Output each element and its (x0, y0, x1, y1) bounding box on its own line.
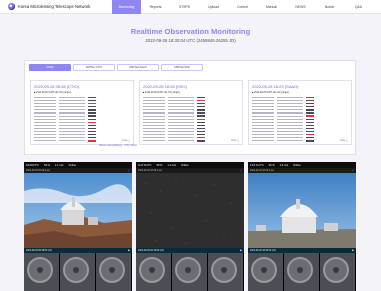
camera-thumbnails (24, 253, 132, 291)
camera-date: 2022-09-26 18:29 (Loc) (250, 169, 275, 172)
nav-notice[interactable]: Notice (315, 0, 344, 14)
telescope-ring (323, 257, 349, 283)
telescope-ring (139, 257, 165, 283)
humidity: 58 % (156, 163, 163, 167)
kmtnet-logo (8, 3, 15, 10)
obs-header: ■ 2022-09-26 (KMT obs-Tel) (target) (34, 92, 71, 94)
thumbnail[interactable] (96, 253, 132, 291)
humidity: 29 % (268, 163, 275, 167)
top-bar: Korea Microlensing Telescope Network Mon… (0, 0, 381, 14)
log-line (143, 139, 225, 142)
expand-icon[interactable]: ⤢ (240, 170, 242, 172)
tab-sso[interactable]: KMTNet SSO (161, 64, 203, 71)
camera-sso: 11.8 ±0.0°C 58 % 1.1 m/s Online 2022-09-… (136, 162, 244, 291)
nav-control[interactable]: Control (228, 0, 257, 14)
brand-name: Korea Microlensing Telescope Network (18, 4, 91, 9)
nav-qna[interactable]: Q&A (344, 0, 373, 14)
camera-image[interactable] (136, 173, 244, 253)
obs-log-lines (34, 96, 116, 142)
telescope-ring (63, 257, 89, 283)
obs-time: 2022-09-26 18:29 (SAAO) (252, 84, 299, 89)
camera-thumbnails (136, 253, 244, 291)
nav-monitoring[interactable]: Monitoring (112, 0, 141, 14)
saao-dome-photo (248, 173, 356, 253)
camera-caption-text: 2022-09-26 05:28:00 (LT) (26, 249, 53, 252)
temperature: 14.6 ±1.0°C (250, 163, 264, 167)
obs-more-link[interactable]: more △ (122, 139, 130, 142)
obs-log-lines (252, 96, 334, 142)
obs-more-link[interactable]: more △ (231, 139, 239, 142)
nav-stsps[interactable]: STSPS (170, 0, 199, 14)
telescope-ring (99, 257, 125, 283)
telescope-ring (175, 257, 201, 283)
wind: 1.1 m/s (54, 163, 64, 167)
tab-saao[interactable]: KMTNet SAAO (117, 64, 159, 71)
tab-kmta[interactable]: KMTA (29, 64, 71, 71)
telescope-ring (27, 257, 53, 283)
obs-log-lines (143, 96, 225, 142)
humidity: 53 % (44, 163, 50, 167)
nav-news[interactable]: NEWS (286, 0, 315, 14)
thumbnail[interactable] (320, 253, 356, 291)
thumbnail[interactable] (284, 253, 320, 291)
obs-time: 2022-09-26 18:28 (SSO) (143, 84, 187, 89)
sso-night-photo (136, 173, 244, 253)
main-nav: Monitoring Reports STSPS Upload Control … (112, 0, 373, 14)
obs-card-saao: 2022-09-26 18:29 (SAAO) ■ 2022-09-26 (KM… (248, 80, 352, 145)
temperature: 11.8 ±0.0°C (138, 163, 152, 167)
thumbnail[interactable] (208, 253, 244, 291)
camera-image[interactable] (248, 173, 356, 253)
nav-manual[interactable]: Manual (257, 0, 286, 14)
tab-ctio[interactable]: KMTNet CTIO (73, 64, 115, 71)
nav-upload[interactable]: Upload (199, 0, 228, 14)
log-line (34, 139, 116, 142)
obs-card-ctio: 2022-09-26 05:28 (CTIO) ■ 2022-09-26 (KM… (30, 80, 134, 145)
status-badge: Online (293, 163, 301, 167)
telescope-ring (251, 257, 277, 283)
thumbnail[interactable] (60, 253, 96, 291)
obs-header: ■ 2022-09-26 (KMT obs-Tel) (target) (143, 92, 180, 94)
status-badge: Online (68, 163, 76, 167)
telescope-ring (287, 257, 313, 283)
camera-caption-text: 2022-09-26 02:16:09 (LT) (138, 249, 165, 252)
thumbnail[interactable] (136, 253, 172, 291)
page-title: Realtime Observation Monitoring (130, 27, 251, 36)
brand[interactable]: Korea Microlensing Telescope Network (8, 3, 90, 10)
camera-caption-text: 2022-09-26 18:29:12 (LT) (250, 249, 277, 252)
obs-card-sso: 2022-09-26 18:28 (SSO) ■ 2022-09-26 (KMT… (139, 80, 243, 145)
camera-saao: 14.6 ±1.0°C 29 % 1.6 m/s Online 2022-09-… (248, 162, 356, 291)
camera-ctio: 18.0±0.0°C 53 % 1.1 m/s Online 2022-09-2… (24, 162, 132, 291)
page-subtitle: 2022-09-26 18:30:04 UTC (2459849.26255 J… (145, 38, 236, 43)
telescope-ring (211, 257, 237, 283)
temperature: 18.0±0.0°C (26, 163, 39, 167)
thumbnail[interactable] (172, 253, 208, 291)
play-icon[interactable]: ▶ (128, 249, 130, 252)
nav-reports[interactable]: Reports (141, 0, 170, 14)
site-tabs: KMTA KMTNet CTIO KMTNet SAAO KMTNet SSO (29, 64, 205, 71)
expand-icon[interactable]: ⤢ (352, 170, 354, 172)
thumbnail[interactable] (248, 253, 284, 291)
obs-time: 2022-09-26 05:28 (CTIO) (34, 84, 79, 89)
wind: 1.6 m/s (279, 163, 289, 167)
camera-date: 2022-09-26 18:28 (Loc) (138, 169, 163, 172)
ctio-dome-photo (24, 173, 132, 253)
expand-icon[interactable]: ⤢ (128, 170, 130, 172)
obs-header: ■ 2022-09-26 (KMT obs-Tel) (target) (252, 92, 289, 94)
wind: 1.1 m/s (167, 163, 176, 167)
camera-date: 2022-09-26 05:28 (Loc) (26, 169, 51, 172)
play-icon[interactable]: ▶ (352, 249, 354, 252)
log-line (252, 139, 334, 142)
camera-image[interactable] (24, 173, 132, 253)
obs-more-link[interactable]: more △ (340, 139, 348, 142)
monitoring-panel: KMTA KMTNet CTIO KMTNet SAAO KMTNet SSO … (24, 60, 356, 155)
camera-thumbnails (248, 253, 356, 291)
panel-footer-note: Where's last update(s) - CTIO, SAAO (99, 145, 138, 147)
play-icon[interactable]: ▶ (240, 249, 242, 252)
thumbnail[interactable] (24, 253, 60, 291)
status-badge: Online (180, 163, 189, 167)
